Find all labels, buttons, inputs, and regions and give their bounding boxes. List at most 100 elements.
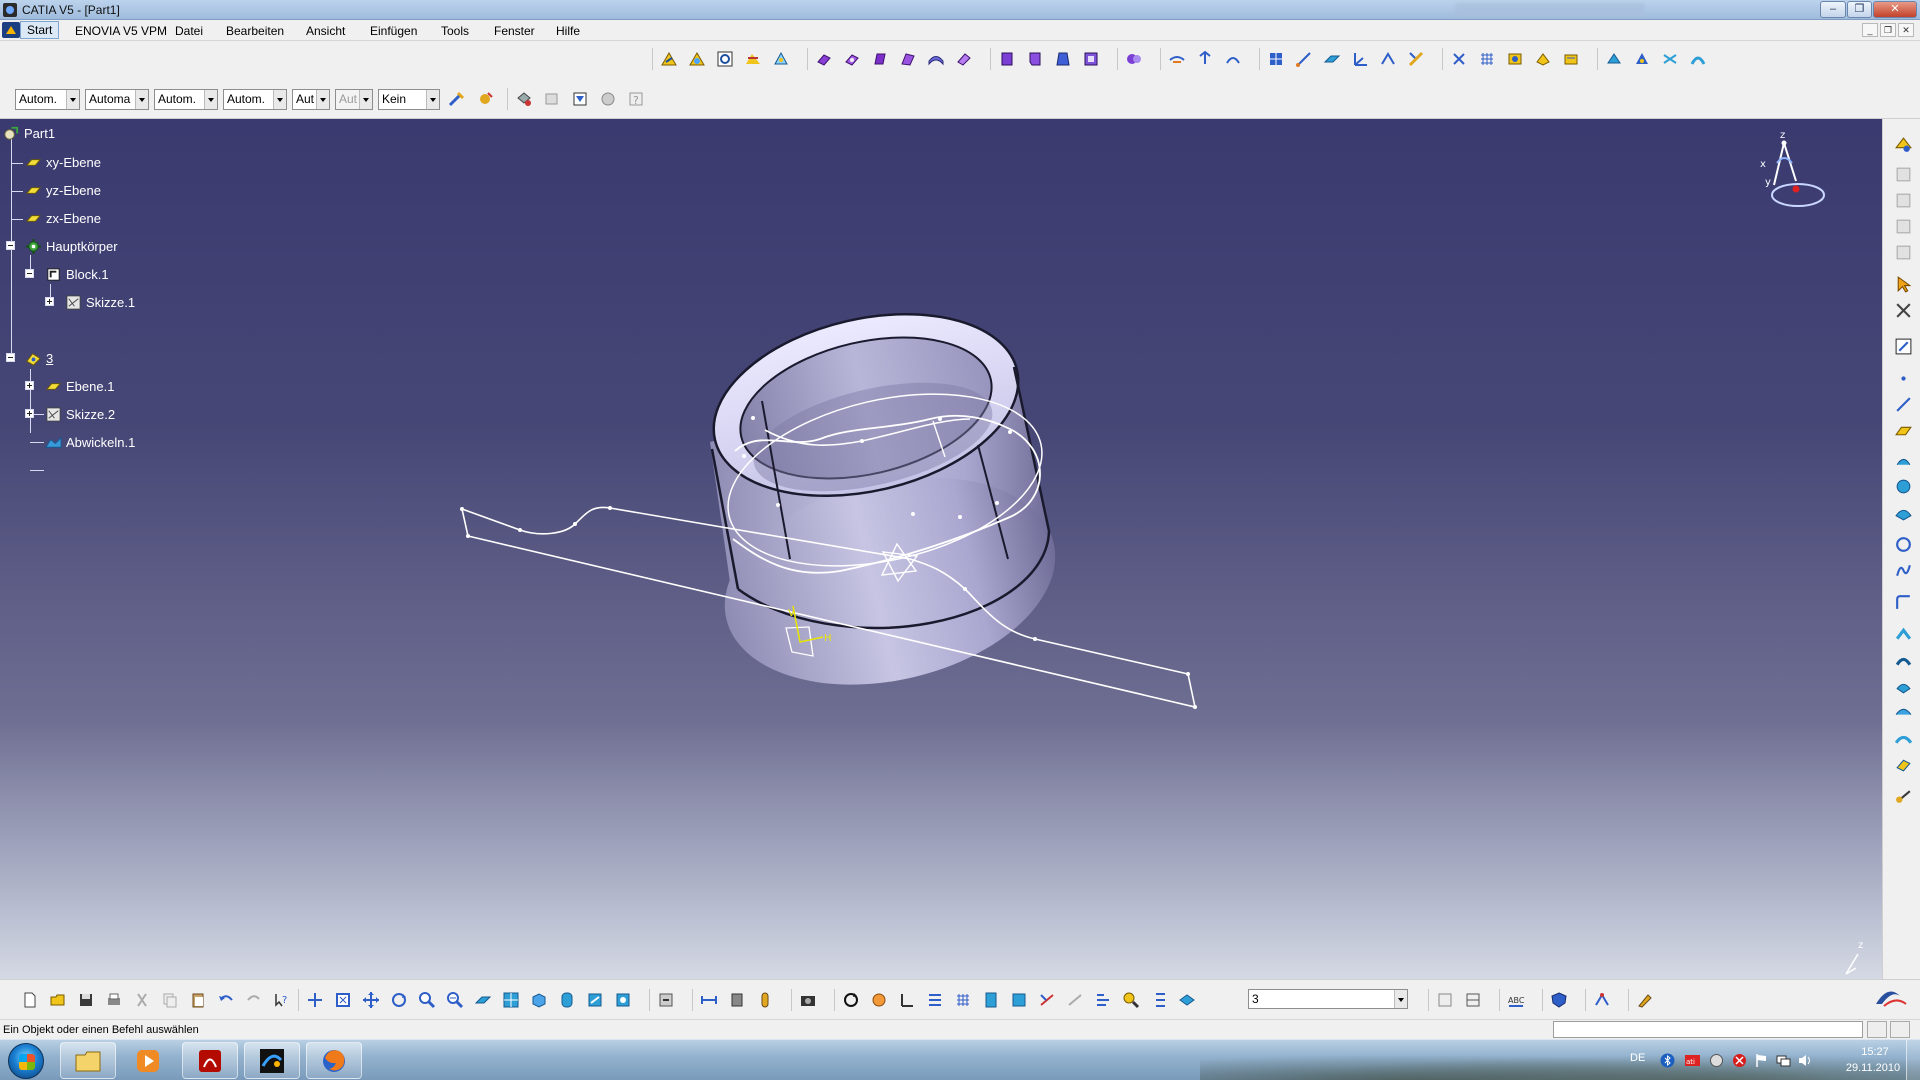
sketch-icon[interactable] — [657, 48, 680, 70]
zoom-out-icon[interactable] — [443, 989, 466, 1011]
thick-surface-icon[interactable] — [1193, 48, 1216, 70]
line-color-dropdown[interactable]: Autom. — [154, 88, 218, 110]
doc-restore-button[interactable]: ❐ — [1880, 23, 1896, 37]
layer-icon[interactable] — [1175, 989, 1198, 1011]
search-icon[interactable] — [1119, 989, 1142, 1011]
axis-system-icon[interactable] — [1348, 48, 1371, 70]
tree-node-skizze2[interactable]: Skizze.2 — [44, 404, 115, 424]
doc-close-button[interactable]: ✕ — [1898, 23, 1914, 37]
formula-icon[interactable] — [1658, 48, 1681, 70]
help-context-icon[interactable]: ? — [624, 88, 647, 110]
current-layer-dropdown[interactable]: 3 — [1248, 989, 1408, 1009]
clash-icon[interactable] — [1007, 989, 1030, 1011]
healing-tool-icon[interactable] — [1892, 649, 1914, 671]
antivirus-icon[interactable] — [1732, 1053, 1747, 1068]
revolve-tool-icon[interactable] — [1892, 475, 1914, 497]
tree-node-ebene1[interactable]: Ebene.1 — [44, 376, 114, 396]
command-input[interactable] — [1553, 1021, 1863, 1038]
close-button[interactable]: ✕ — [1873, 1, 1917, 18]
boundary-tool-icon[interactable] — [1892, 727, 1914, 749]
line-tool-icon[interactable] — [1892, 393, 1914, 415]
volume-icon[interactable] — [1797, 1053, 1812, 1068]
menu-hilfe[interactable]: Hilfe — [556, 24, 580, 38]
extrude-tool-icon[interactable] — [1892, 449, 1914, 471]
line-icon[interactable] — [1292, 48, 1315, 70]
workbench-sketch-icon[interactable] — [741, 48, 764, 70]
taskbar-acrobat-button[interactable] — [182, 1042, 238, 1079]
network-icon[interactable] — [1776, 1053, 1791, 1068]
tree-node-abwickeln1[interactable]: Abwickeln.1 — [44, 432, 135, 452]
plane-ref-icon[interactable] — [1320, 48, 1343, 70]
sketcher-icon[interactable] — [1892, 335, 1914, 357]
sketch-analysis-icon[interactable] — [769, 48, 792, 70]
menu-fenster[interactable]: Fenster — [494, 24, 535, 38]
bluetooth-icon[interactable] — [1660, 1053, 1675, 1068]
tree-expand-toggle[interactable] — [45, 297, 54, 306]
zoom-in-icon[interactable] — [415, 989, 438, 1011]
select-by-layer-icon[interactable] — [512, 88, 535, 110]
snap-to-point-icon[interactable] — [1892, 299, 1914, 321]
transparency-dropdown[interactable]: Automa — [85, 88, 149, 110]
tree-node-zx-ebene[interactable]: zx-Ebene — [24, 208, 101, 228]
rotate-icon[interactable] — [387, 989, 410, 1011]
chamfer-icon[interactable] — [1023, 48, 1046, 70]
clock-date[interactable]: 29.11.2010 — [1836, 1062, 1910, 1074]
tree-node-geometrical-set-3[interactable]: 3 — [24, 348, 53, 368]
open-file-icon[interactable] — [46, 989, 69, 1011]
tree-collapse-toggle[interactable] — [6, 353, 15, 362]
fly-mode-icon[interactable] — [303, 989, 326, 1011]
print-icon[interactable] — [102, 989, 125, 1011]
model-geometry[interactable]: H V — [0, 119, 1882, 979]
menu-tools[interactable]: Tools — [441, 24, 469, 38]
layer-filter-icon[interactable] — [596, 88, 619, 110]
shaft-icon[interactable] — [868, 48, 891, 70]
grid-display-icon[interactable] — [951, 989, 974, 1011]
command-help-button[interactable] — [1890, 1021, 1910, 1038]
tree-node-xy-ebene[interactable]: xy-Ebene — [24, 152, 101, 172]
measure-item-icon[interactable] — [725, 989, 748, 1011]
groove-icon[interactable] — [896, 48, 919, 70]
kinematics-icon[interactable] — [1590, 989, 1613, 1011]
menu-enovia[interactable]: ENOVIA V5 VPM — [75, 24, 167, 38]
text-icon[interactable]: ABC — [1504, 989, 1527, 1011]
capture-icon[interactable] — [796, 989, 819, 1011]
macro-icon[interactable] — [1633, 989, 1656, 1011]
measure-inertia-icon[interactable] — [753, 989, 776, 1011]
refresh-icon[interactable] — [839, 989, 862, 1011]
tree-collapse-toggle[interactable] — [25, 269, 34, 278]
draft-icon[interactable] — [1051, 48, 1074, 70]
grid-icon[interactable] — [1475, 48, 1498, 70]
join-tool-icon[interactable] — [1892, 623, 1914, 645]
geometrical-set-insert-icon[interactable] — [1559, 48, 1582, 70]
positioned-sketch-icon[interactable] — [685, 48, 708, 70]
analysis-icon[interactable] — [1404, 48, 1427, 70]
apply-material-icon[interactable] — [1602, 48, 1625, 70]
shell-icon[interactable] — [1079, 48, 1102, 70]
tray-app-icon[interactable] — [1709, 1053, 1724, 1068]
menu-einfuegen[interactable]: Einfügen — [370, 24, 417, 38]
multi-view-icon[interactable] — [499, 989, 522, 1011]
list-icon[interactable] — [1147, 989, 1170, 1011]
parameters-icon[interactable] — [1686, 48, 1709, 70]
normal-view-icon[interactable] — [471, 989, 494, 1011]
clock-time[interactable]: 15:27 — [1848, 1046, 1902, 1058]
input-language[interactable]: DE — [1630, 1052, 1645, 1064]
split-icon[interactable] — [1165, 48, 1188, 70]
hide-show-icon[interactable] — [583, 989, 606, 1011]
tree-expand-toggle[interactable] — [25, 381, 34, 390]
doc-minimize-button[interactable]: _ — [1862, 23, 1878, 37]
fit-all-icon[interactable] — [331, 989, 354, 1011]
start-button[interactable] — [8, 1043, 44, 1079]
taskbar-mediaplayer-button[interactable] — [120, 1042, 176, 1079]
compass-widget[interactable]: z x y — [1744, 129, 1834, 219]
fill-color-dropdown[interactable]: Autom. — [15, 88, 80, 110]
compass-top[interactable] — [1781, 140, 1787, 146]
catalog-browser-icon[interactable] — [1433, 989, 1456, 1011]
pocket-icon[interactable] — [840, 48, 863, 70]
document-menu-icon[interactable] — [2, 22, 20, 38]
taskbar-catia-button[interactable] — [244, 1042, 300, 1079]
point-icon[interactable] — [1264, 48, 1287, 70]
measure-icon[interactable] — [1376, 48, 1399, 70]
translation-icon[interactable] — [1122, 48, 1145, 70]
show-desktop-button[interactable] — [1906, 1040, 1920, 1080]
